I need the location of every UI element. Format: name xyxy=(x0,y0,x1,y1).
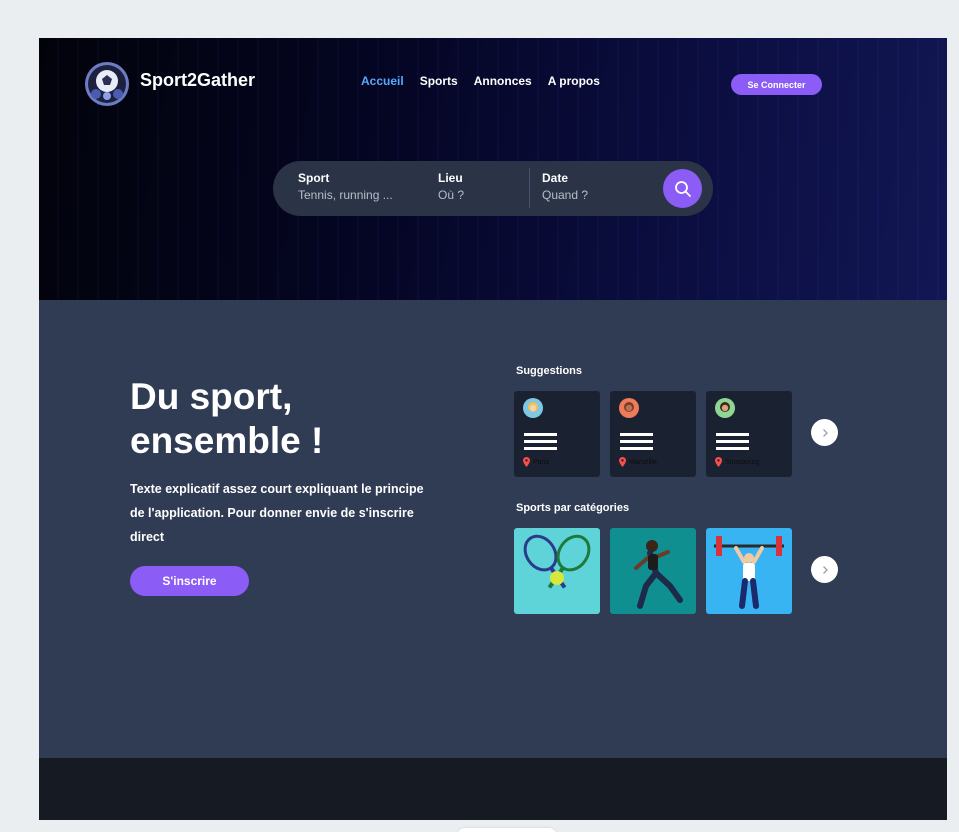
chevron-right-icon xyxy=(822,428,828,437)
location-text: Strasbourg xyxy=(725,458,760,466)
location-text: Paris xyxy=(533,458,549,466)
sport-field[interactable]: Sport Tennis, running ... xyxy=(298,171,393,202)
category-card-tennis[interactable] xyxy=(514,528,600,614)
nav-item-accueil[interactable]: Accueil xyxy=(361,74,404,88)
categories-title: Sports par catégories xyxy=(516,502,630,514)
lieu-label: Lieu xyxy=(438,171,463,185)
location-text: Marseille xyxy=(629,458,658,466)
signup-button[interactable]: S'inscrire xyxy=(130,566,249,596)
chevron-right-icon xyxy=(822,565,828,574)
brand-name[interactable]: Sport2Gather xyxy=(140,70,255,91)
suggestion-card[interactable]: Strasbourg xyxy=(706,391,792,477)
suggestion-card[interactable]: Marseille xyxy=(610,391,696,477)
connect-button[interactable]: Se Connecter xyxy=(731,74,822,95)
soccer-ball-logo-icon[interactable] xyxy=(84,61,130,107)
runner-icon xyxy=(634,540,683,609)
tennis-rackets-icon xyxy=(523,534,591,589)
suggestion-card[interactable]: Paris xyxy=(514,391,600,477)
nav-item-sports[interactable]: Sports xyxy=(420,74,458,88)
date-label: Date xyxy=(542,171,569,185)
sport-label: Sport xyxy=(298,171,330,185)
page-frame: Sport2Gather Accueil Sports Annonces A p… xyxy=(39,38,947,820)
lieu-placeholder: Où ? xyxy=(438,188,465,202)
text-placeholder-lines xyxy=(524,433,557,454)
avatar-icon xyxy=(619,398,639,418)
search-bar: Sport Tennis, running ... Lieu Où ? Date… xyxy=(273,161,713,216)
suggestions-next-button[interactable] xyxy=(811,419,838,446)
text-placeholder-lines xyxy=(620,433,653,454)
location-pin-icon xyxy=(715,457,722,467)
headline-line-1: Du sport, xyxy=(130,376,293,417)
location-pin-icon xyxy=(619,457,626,467)
main-nav: Accueil Sports Annonces A propos xyxy=(361,74,600,88)
search-divider xyxy=(529,168,530,208)
weightlifter-icon xyxy=(714,536,784,609)
categories-next-button[interactable] xyxy=(811,556,838,583)
location-pin-icon xyxy=(523,457,530,467)
avatar-icon xyxy=(523,398,543,418)
avatar-icon xyxy=(715,398,735,418)
category-card-weightlifting[interactable] xyxy=(706,528,792,614)
location: Marseille xyxy=(619,457,657,467)
category-card-running[interactable] xyxy=(610,528,696,614)
footer xyxy=(39,758,947,820)
bottom-tab-handle[interactable] xyxy=(457,828,557,832)
location: Paris xyxy=(523,457,549,467)
nav-item-annonces[interactable]: Annonces xyxy=(474,74,532,88)
hero-subtext: Texte explicatif assez court expliquant … xyxy=(130,482,424,544)
headline-line-2: ensemble ! xyxy=(130,420,324,461)
suggestions-title: Suggestions xyxy=(516,365,583,377)
search-icon xyxy=(674,180,691,197)
sport-placeholder: Tennis, running ... xyxy=(298,188,393,202)
location: Strasbourg xyxy=(715,457,759,467)
nav-item-a-propos[interactable]: A propos xyxy=(548,74,600,88)
hero-headline: Du sport, ensemble ! xyxy=(130,375,323,463)
date-placeholder: Quand ? xyxy=(542,188,589,202)
date-field[interactable]: Date Quand ? xyxy=(542,171,588,202)
lieu-field[interactable]: Lieu Où ? xyxy=(438,171,464,202)
search-button[interactable] xyxy=(663,169,702,208)
text-placeholder-lines xyxy=(716,433,749,454)
